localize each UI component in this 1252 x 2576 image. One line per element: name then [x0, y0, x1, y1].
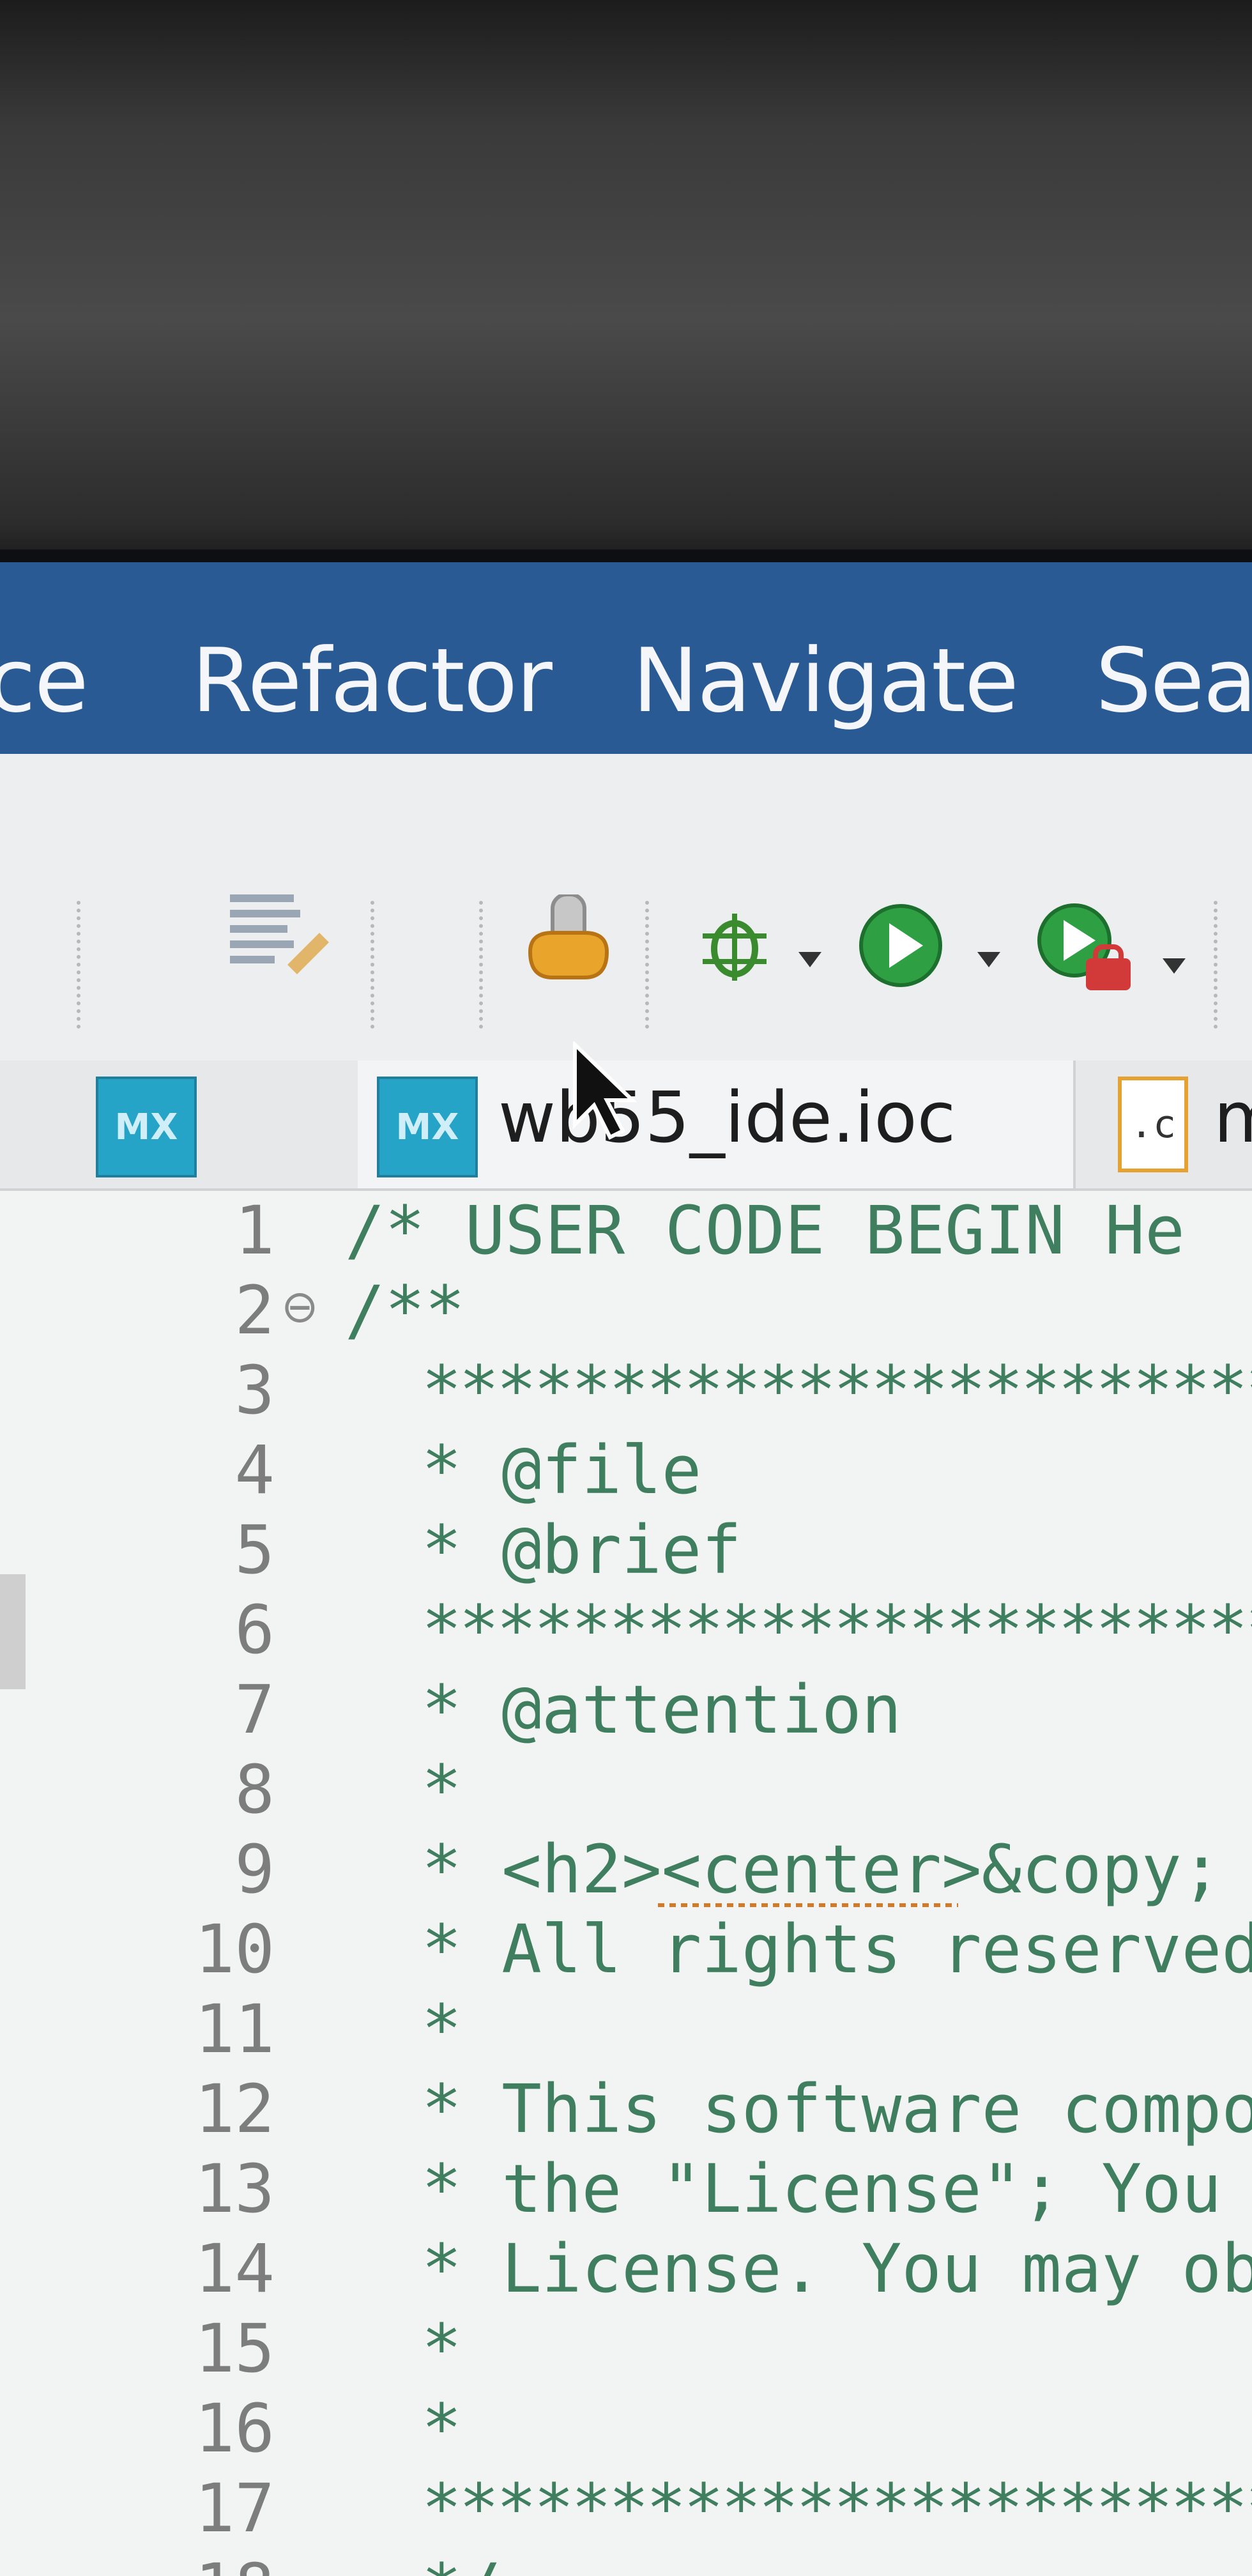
code-line: * This software compo: [422, 2070, 1252, 2148]
line-number: 9: [234, 1830, 275, 1908]
mx-file-icon: MX: [377, 1077, 478, 1177]
line-number: 1: [234, 1192, 275, 1269]
line-number: 6: [234, 1591, 275, 1669]
mx-tab-icon[interactable]: MX: [96, 1077, 197, 1177]
menu-item-refactor[interactable]: Refactor: [192, 629, 553, 732]
line-number: 4: [234, 1431, 275, 1509]
line-number: 14: [194, 2230, 275, 2308]
toolbar-separator: [77, 901, 84, 1029]
toolbar: [0, 754, 1252, 1061]
line-number: 8: [234, 1751, 275, 1828]
toolbar-separator: [479, 901, 487, 1029]
line-number: 5: [234, 1511, 275, 1589]
code-line: *: [422, 2389, 462, 2467]
code-line: * License. You may ob: [422, 2230, 1252, 2308]
coverage-dropdown-caret[interactable]: [1163, 958, 1186, 974]
coverage-icon[interactable]: [1035, 901, 1137, 999]
line-number: 13: [194, 2150, 275, 2228]
toolbar-separator: [370, 901, 378, 1029]
tab-wb55-ide-ioc[interactable]: MX wb55_ide.ioc: [358, 1061, 1076, 1188]
line-number: 11: [194, 1990, 275, 2068]
line-number: 12: [194, 2070, 275, 2148]
code-line: /* USER CODE BEGIN He: [345, 1192, 1185, 1269]
debug-dropdown-caret[interactable]: [798, 952, 821, 967]
code-line: *************************: [422, 1351, 1252, 1429]
code-line: *: [422, 2310, 462, 2388]
line-number: 15: [194, 2310, 275, 2388]
code-line: *************************: [422, 1591, 1252, 1669]
line-number: 16: [194, 2389, 275, 2467]
code-line: * the "License"; You: [422, 2150, 1222, 2228]
code-line: * All rights reserved: [422, 1910, 1252, 1988]
run-dropdown-caret[interactable]: [977, 952, 1000, 967]
line-number: 7: [234, 1671, 275, 1749]
gutter-marker: [0, 1574, 26, 1689]
menu-item-search[interactable]: Sear: [1096, 629, 1252, 732]
mouse-pointer-icon: [572, 1039, 642, 1146]
code-line: * <h2><center>&copy;: [422, 1830, 1222, 1908]
line-number: 17: [194, 2469, 275, 2547]
toolbar-separator: [645, 901, 653, 1029]
menu-bar: ce Refactor Navigate Sear: [0, 562, 1252, 754]
code-line: * @file :: [422, 1431, 702, 1509]
line-number: 10: [194, 1910, 275, 1988]
line-number: 3: [234, 1351, 275, 1429]
code-line: *: [422, 1751, 462, 1828]
line-number: 18: [147, 2549, 275, 2576]
code-line: * @attention: [422, 1671, 902, 1749]
code-line: *: [422, 1990, 462, 2068]
debug-icon[interactable]: [696, 907, 773, 986]
code-line: /**: [345, 1271, 465, 1349]
line-number-gutter: 1 2 3 4 5 6 7 8 9 10 11 12 13 14 15 16 1…: [0, 1191, 319, 2576]
code-line: */: [422, 2549, 501, 2576]
pin-icon[interactable]: [524, 893, 613, 1006]
code-line: *************************: [422, 2469, 1252, 2547]
spellcheck-underline: [658, 1903, 958, 1907]
menu-item-navigate[interactable]: Navigate: [632, 629, 1019, 732]
menu-item-source[interactable]: ce: [0, 629, 89, 732]
format-icon[interactable]: [230, 894, 332, 986]
ide-window: ce Refactor Navigate Sear: [0, 562, 1252, 2576]
c-file-icon[interactable]: .c: [1118, 1077, 1188, 1172]
line-number: 2: [234, 1271, 275, 1349]
code-line: * @brief :: [422, 1511, 742, 1589]
tab-label-next[interactable]: m: [1214, 1077, 1252, 1158]
fold-toggle-icon[interactable]: ⊖: [281, 1280, 319, 1333]
monitor-bezel: [0, 0, 1252, 575]
run-icon[interactable]: [856, 901, 945, 993]
tab-label: wb55_ide.ioc: [498, 1077, 956, 1158]
code-editor[interactable]: 1 2 3 4 5 6 7 8 9 10 11 12 13 14 15 16 1…: [0, 1191, 1252, 2576]
toolbar-separator: [1214, 901, 1221, 1029]
